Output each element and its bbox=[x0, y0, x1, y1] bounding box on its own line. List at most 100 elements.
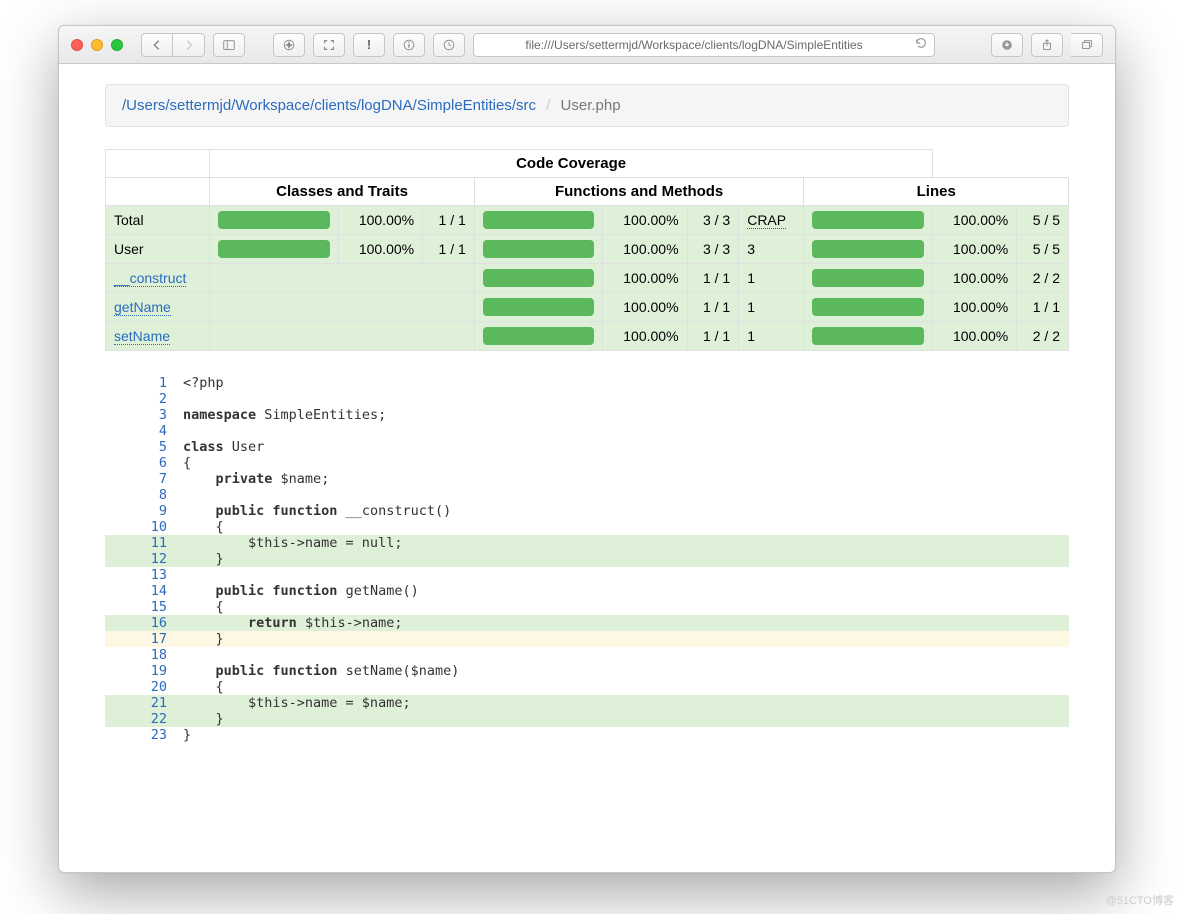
line-number[interactable]: 11 bbox=[105, 535, 177, 551]
share-button[interactable] bbox=[1031, 33, 1063, 57]
source-line: 2 bbox=[105, 391, 1069, 407]
c2-pct: 100.00% bbox=[603, 293, 687, 322]
source-line: 14 public function getName() bbox=[105, 583, 1069, 599]
line-number[interactable]: 8 bbox=[105, 487, 177, 503]
c2-pct: 100.00% bbox=[603, 206, 687, 235]
history-button[interactable] bbox=[433, 33, 465, 57]
source-line: 19 public function setName($name) bbox=[105, 663, 1069, 679]
th-methods: Functions and Methods bbox=[474, 178, 804, 206]
exclaim-button[interactable]: ! bbox=[353, 33, 385, 57]
reload-button[interactable] bbox=[914, 36, 928, 53]
line-number[interactable]: 2 bbox=[105, 391, 177, 407]
line-code: $this->name = $name; bbox=[177, 695, 1069, 711]
line-number[interactable]: 10 bbox=[105, 519, 177, 535]
line-code: } bbox=[177, 727, 1069, 743]
crap-cell: CRAP bbox=[739, 206, 804, 235]
line-code: public function __construct() bbox=[177, 503, 1069, 519]
line-number[interactable]: 9 bbox=[105, 503, 177, 519]
line-number[interactable]: 15 bbox=[105, 599, 177, 615]
method-link[interactable]: getName bbox=[114, 299, 171, 316]
th-classes: Classes and Traits bbox=[210, 178, 474, 206]
sidebar-button[interactable] bbox=[213, 33, 245, 57]
traffic-lights bbox=[71, 39, 123, 51]
row-name: getName bbox=[106, 293, 210, 322]
clock-icon bbox=[442, 38, 456, 52]
method-link[interactable]: setName bbox=[114, 328, 170, 345]
line-number[interactable]: 14 bbox=[105, 583, 177, 599]
line-code: $this->name = null; bbox=[177, 535, 1069, 551]
line-code: public function setName($name) bbox=[177, 663, 1069, 679]
c3-bar bbox=[804, 322, 932, 351]
line-number[interactable]: 18 bbox=[105, 647, 177, 663]
line-number[interactable]: 20 bbox=[105, 679, 177, 695]
line-number[interactable]: 22 bbox=[105, 711, 177, 727]
close-window-button[interactable] bbox=[71, 39, 83, 51]
c3-bar bbox=[804, 264, 932, 293]
download-button[interactable] bbox=[991, 33, 1023, 57]
c3-ratio: 1 / 1 bbox=[1017, 293, 1069, 322]
url-text: file:///Users/settermjd/Workspace/client… bbox=[525, 38, 862, 52]
line-number[interactable]: 7 bbox=[105, 471, 177, 487]
c3-pct: 100.00% bbox=[932, 264, 1016, 293]
crap-cell: 3 bbox=[739, 235, 804, 264]
tabs-button[interactable] bbox=[1071, 33, 1103, 57]
c2-ratio: 1 / 1 bbox=[687, 264, 739, 293]
line-number[interactable]: 6 bbox=[105, 455, 177, 471]
line-number[interactable]: 13 bbox=[105, 567, 177, 583]
source-line: 21 $this->name = $name; bbox=[105, 695, 1069, 711]
line-number[interactable]: 12 bbox=[105, 551, 177, 567]
line-number[interactable]: 3 bbox=[105, 407, 177, 423]
fullscreen-button[interactable] bbox=[313, 33, 345, 57]
source-line: 7 private $name; bbox=[105, 471, 1069, 487]
source-line: 17 } bbox=[105, 631, 1069, 647]
source-line: 10 { bbox=[105, 519, 1069, 535]
c3-bar bbox=[804, 235, 932, 264]
c1-empty bbox=[210, 264, 474, 293]
line-number[interactable]: 1 bbox=[105, 375, 177, 391]
breadcrumb-link[interactable]: /Users/settermjd/Workspace/clients/logDN… bbox=[122, 97, 536, 114]
maximize-window-button[interactable] bbox=[111, 39, 123, 51]
source-line: 20 { bbox=[105, 679, 1069, 695]
source-line: 16 return $this->name; bbox=[105, 615, 1069, 631]
c1-bar bbox=[210, 206, 338, 235]
watermark: @51CTO博客 bbox=[1106, 892, 1174, 908]
minimize-window-button[interactable] bbox=[91, 39, 103, 51]
source-line: 1<?php bbox=[105, 375, 1069, 391]
coverage-table: Code Coverage Classes and Traits Functio… bbox=[105, 149, 1069, 351]
source-line: 12 } bbox=[105, 551, 1069, 567]
c2-bar bbox=[474, 235, 602, 264]
compass-icon bbox=[282, 38, 296, 52]
line-number[interactable]: 16 bbox=[105, 615, 177, 631]
info-button[interactable] bbox=[393, 33, 425, 57]
line-code bbox=[177, 487, 1069, 503]
back-button[interactable] bbox=[141, 33, 173, 57]
line-number[interactable]: 5 bbox=[105, 439, 177, 455]
c2-bar bbox=[474, 322, 602, 351]
c3-pct: 100.00% bbox=[932, 235, 1016, 264]
line-number[interactable]: 4 bbox=[105, 423, 177, 439]
c3-pct: 100.00% bbox=[932, 206, 1016, 235]
line-number[interactable]: 23 bbox=[105, 727, 177, 743]
line-number[interactable]: 17 bbox=[105, 631, 177, 647]
line-code: namespace SimpleEntities; bbox=[177, 407, 1069, 423]
line-code: private $name; bbox=[177, 471, 1069, 487]
crap-cell: 1 bbox=[739, 293, 804, 322]
line-code bbox=[177, 567, 1069, 583]
compass-button[interactable] bbox=[273, 33, 305, 57]
url-field[interactable]: file:///Users/settermjd/Workspace/client… bbox=[473, 33, 935, 57]
info-icon bbox=[402, 38, 416, 52]
c1-ratio: 1 / 1 bbox=[423, 235, 475, 264]
line-number[interactable]: 21 bbox=[105, 695, 177, 711]
page-content: /Users/settermjd/Workspace/clients/logDN… bbox=[59, 64, 1115, 872]
share-icon bbox=[1040, 38, 1054, 52]
method-link[interactable]: __construct bbox=[114, 270, 186, 287]
forward-button[interactable] bbox=[173, 33, 205, 57]
c3-pct: 100.00% bbox=[932, 322, 1016, 351]
th-lines: Lines bbox=[804, 178, 1069, 206]
c2-ratio: 1 / 1 bbox=[687, 322, 739, 351]
source-line: 5class User bbox=[105, 439, 1069, 455]
line-number[interactable]: 19 bbox=[105, 663, 177, 679]
c3-pct: 100.00% bbox=[932, 293, 1016, 322]
sidebar-icon bbox=[222, 38, 236, 52]
c1-pct: 100.00% bbox=[338, 235, 422, 264]
